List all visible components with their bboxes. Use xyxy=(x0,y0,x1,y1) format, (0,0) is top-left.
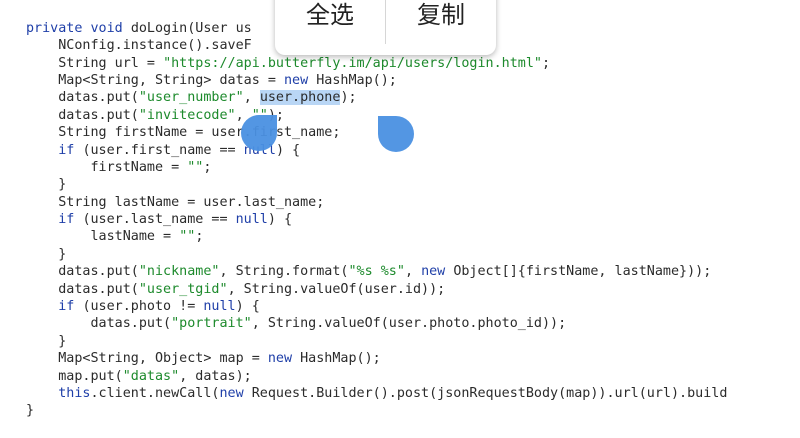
code-token: datas.put( xyxy=(26,90,139,106)
code-token: "portrait" xyxy=(171,316,252,332)
code-token: null xyxy=(235,212,268,228)
code-token: String lastName = user.last_name; xyxy=(26,194,325,210)
code-token: , String.valueOf(user.photo.photo_id)); xyxy=(251,316,567,332)
code-token: NConfig.instance().saveF xyxy=(26,38,252,54)
code-token: , String.valueOf(user.id)); xyxy=(227,281,446,297)
code-token: ) { xyxy=(235,299,260,315)
code-token: lastName = xyxy=(26,229,180,245)
code-token: ) { xyxy=(267,212,293,228)
code-line[interactable]: } xyxy=(26,402,727,419)
code-token: "user_tgid" xyxy=(138,281,228,297)
code-line[interactable]: datas.put("portrait", String.valueOf(use… xyxy=(26,315,727,332)
code-token: new xyxy=(421,264,454,280)
code-line[interactable]: Map<String, Object> map = new HashMap(); xyxy=(26,350,727,367)
code-line[interactable]: firstName = ""; xyxy=(26,159,727,176)
code-token: (user.first_name == xyxy=(82,142,244,158)
code-token: } xyxy=(26,177,67,193)
code-token: "https://api.butterfly.im/api/users/logi… xyxy=(163,55,542,71)
code-line[interactable]: } xyxy=(26,333,727,350)
code-token: datas.put( xyxy=(26,281,139,297)
code-token: } xyxy=(26,0,34,1)
code-line[interactable]: if (user.photo != null) { xyxy=(26,298,727,315)
code-token: doLogin(User us xyxy=(130,20,252,36)
code-token: } xyxy=(26,403,35,419)
code-token: Object[]{firstName, lastName})); xyxy=(453,264,712,280)
code-token: , datas); xyxy=(179,368,252,384)
text-selection-popup: 全选 复制 xyxy=(275,0,496,55)
code-token: if xyxy=(26,212,83,228)
code-line[interactable]: Map<String, String> datas = new HashMap(… xyxy=(26,72,727,89)
code-line[interactable]: datas.put("nickname", String.format("%s … xyxy=(26,263,727,280)
code-token: ; xyxy=(541,55,551,71)
selected-text: user.phone xyxy=(259,90,341,106)
code-token: , String.format( xyxy=(219,264,349,280)
code-line[interactable]: datas.put("user_tgid", String.valueOf(us… xyxy=(26,281,727,298)
code-line[interactable]: } xyxy=(26,176,727,193)
code-token: .client.newCall( xyxy=(90,385,220,401)
code-line[interactable]: datas.put("user_number", user.phone); xyxy=(26,89,727,106)
code-line[interactable]: String lastName = user.last_name; xyxy=(26,194,727,211)
code-token: (user.last_name == xyxy=(82,212,236,228)
code-line[interactable]: lastName = ""; xyxy=(26,228,727,245)
code-token: datas.put( xyxy=(26,107,139,123)
code-token: new xyxy=(283,72,317,88)
code-token: Map<String, Object> map = xyxy=(26,351,268,367)
code-line[interactable]: if (user.first_name == null) { xyxy=(26,142,727,159)
code-token: datas.put( xyxy=(26,264,139,280)
code-token: ); xyxy=(340,90,357,106)
code-token: ; xyxy=(203,159,212,175)
code-token: "datas" xyxy=(122,368,180,384)
code-editor[interactable]: }private void doLogin(User us listener) … xyxy=(26,0,727,420)
code-token: null xyxy=(203,299,236,315)
code-line[interactable]: } xyxy=(26,246,727,263)
code-token: , xyxy=(243,90,260,106)
code-token: new xyxy=(219,385,252,401)
code-token: } xyxy=(26,333,67,349)
code-token: private void xyxy=(26,20,131,36)
code-token: map.put( xyxy=(26,368,123,384)
code-token: String firstName = user.first_name; xyxy=(26,125,341,141)
code-token: ) { xyxy=(275,142,301,158)
code-token: if xyxy=(26,299,83,315)
code-token: "user_number" xyxy=(138,90,244,106)
code-line[interactable]: String url = "https://api.butterfly.im/a… xyxy=(26,55,727,72)
code-line[interactable]: String firstName = user.first_name; xyxy=(26,124,727,141)
code-token: firstName = xyxy=(26,159,188,175)
code-token: , xyxy=(404,264,422,280)
code-token: String url = xyxy=(26,55,164,71)
selection-start-handle[interactable] xyxy=(241,115,277,151)
code-token: HashMap(); xyxy=(316,72,397,88)
code-line[interactable]: map.put("datas", datas); xyxy=(26,368,727,385)
code-token: Request.Builder().post(jsonRequestBody(m… xyxy=(251,385,728,401)
code-token: if xyxy=(26,142,83,158)
code-token: "" xyxy=(187,159,204,175)
code-token: datas.put( xyxy=(26,316,172,332)
code-token: "" xyxy=(179,229,196,245)
select-all-button[interactable]: 全选 xyxy=(275,0,385,34)
code-token: new xyxy=(267,351,301,367)
code-token: this xyxy=(26,385,91,401)
code-token: ; xyxy=(195,229,204,245)
code-token: Map<String, String> datas = xyxy=(26,72,284,88)
code-token: "nickname" xyxy=(138,264,220,280)
code-token: HashMap(); xyxy=(300,351,381,367)
code-token: "invitecode" xyxy=(138,107,236,123)
code-token: "%s %s" xyxy=(348,264,405,280)
code-token: } xyxy=(26,246,67,262)
code-line[interactable]: if (user.last_name == null) { xyxy=(26,211,727,228)
selection-end-handle[interactable] xyxy=(378,116,414,152)
copy-button[interactable]: 复制 xyxy=(386,0,496,34)
code-line[interactable]: this.client.newCall(new Request.Builder(… xyxy=(26,385,727,402)
code-token: (user.photo != xyxy=(82,299,204,315)
code-line[interactable]: datas.put("invitecode", ""); xyxy=(26,107,727,124)
